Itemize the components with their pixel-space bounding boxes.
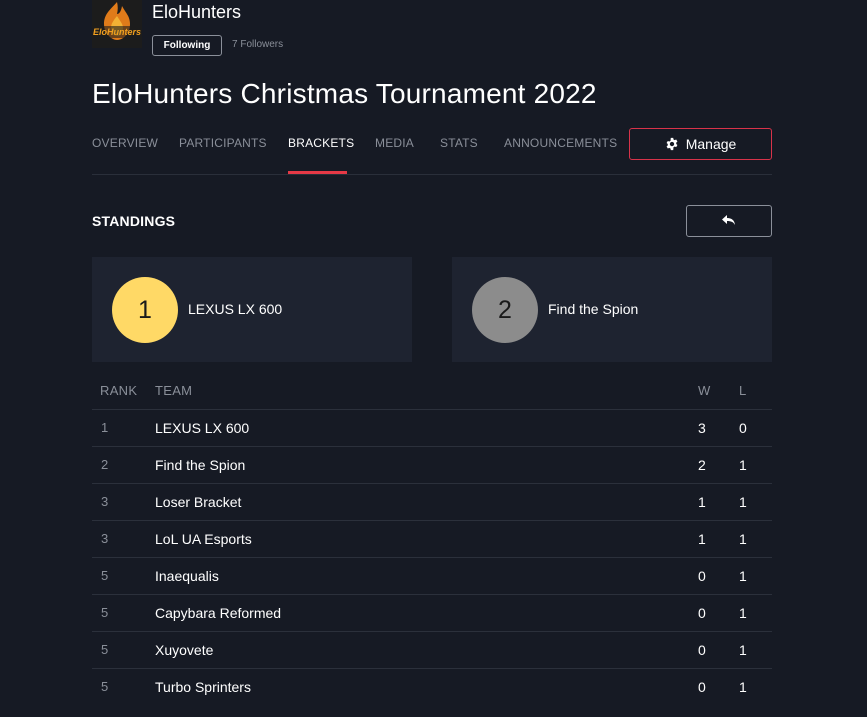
row-losses: 1 [739, 605, 747, 621]
second-place-medal: 2 [472, 277, 538, 343]
tabs-divider [92, 174, 772, 175]
row-rank: 5 [101, 679, 109, 694]
org-logo[interactable]: EloHunters [92, 0, 142, 48]
first-place-team[interactable]: LEXUS LX 600 [188, 301, 282, 317]
table-row: 3 Loser Bracket 1 1 [92, 484, 772, 521]
page-title: EloHunters Christmas Tournament 2022 [92, 78, 597, 109]
header-rank: RANK [100, 383, 138, 398]
row-rank: 5 [101, 642, 109, 657]
gear-icon [666, 137, 678, 151]
row-team[interactable]: Find the Spion [155, 457, 245, 473]
reply-arrow-icon [722, 215, 735, 225]
row-losses: 1 [739, 568, 747, 584]
org-name[interactable]: EloHunters [152, 2, 241, 22]
row-team[interactable]: Capybara Reformed [155, 605, 281, 621]
table-row: 5 Turbo Sprinters 0 1 [92, 669, 772, 705]
podium-card-second: 2 Find the Spion [452, 257, 772, 362]
row-rank: 5 [101, 568, 109, 583]
table-row: 5 Inaequalis 0 1 [92, 558, 772, 595]
logo-wordmark: EloHunters [93, 27, 141, 37]
row-losses: 1 [739, 531, 747, 547]
table-header: RANK TEAM W L [92, 372, 772, 410]
standings-title: STANDINGS [92, 213, 176, 229]
podium-card-first: 1 LEXUS LX 600 [92, 257, 412, 362]
followers-count: 7 Followers [232, 39, 284, 50]
row-losses: 1 [739, 679, 747, 695]
row-wins: 3 [698, 420, 706, 436]
row-team[interactable]: Xuyovete [155, 642, 213, 658]
row-losses: 0 [739, 420, 747, 436]
row-wins: 0 [698, 642, 706, 658]
row-losses: 1 [739, 642, 747, 658]
row-team[interactable]: Turbo Sprinters [155, 679, 251, 695]
row-wins: 1 [698, 531, 706, 547]
row-wins: 0 [698, 605, 706, 621]
second-place-team[interactable]: Find the Spion [548, 301, 638, 317]
row-rank: 2 [101, 457, 109, 472]
table-row: 5 Xuyovete 0 1 [92, 632, 772, 669]
row-rank: 1 [101, 420, 109, 435]
row-team[interactable]: Inaequalis [155, 568, 219, 584]
row-rank: 3 [101, 531, 109, 546]
header-l: L [739, 383, 747, 398]
tab-brackets[interactable]: BRACKETS [288, 136, 354, 150]
row-wins: 0 [698, 679, 706, 695]
back-button[interactable] [686, 205, 772, 237]
row-wins: 0 [698, 568, 706, 584]
table-row: 3 LoL UA Esports 1 1 [92, 521, 772, 558]
row-team[interactable]: LoL UA Esports [155, 531, 252, 547]
tab-media[interactable]: MEDIA [375, 136, 414, 150]
standings-table: RANK TEAM W L 1 LEXUS LX 600 3 0 2 Find … [92, 372, 772, 705]
row-team[interactable]: LEXUS LX 600 [155, 420, 249, 436]
row-wins: 1 [698, 494, 706, 510]
row-team[interactable]: Loser Bracket [155, 494, 241, 510]
row-losses: 1 [739, 457, 747, 473]
tab-stats[interactable]: STATS [440, 136, 478, 150]
table-row: 2 Find the Spion 2 1 [92, 447, 772, 484]
row-wins: 2 [698, 457, 706, 473]
tab-overview[interactable]: OVERVIEW [92, 136, 158, 150]
manage-label: Manage [685, 136, 737, 152]
first-place-medal: 1 [112, 277, 178, 343]
tab-participants[interactable]: PARTICIPANTS [179, 136, 267, 150]
row-losses: 1 [739, 494, 747, 510]
row-rank: 3 [101, 494, 109, 509]
header-w: W [698, 383, 711, 398]
row-rank: 5 [101, 605, 109, 620]
manage-button[interactable]: Manage [629, 128, 772, 160]
tab-announcements[interactable]: ANNOUNCEMENTS [504, 136, 617, 150]
table-row: 5 Capybara Reformed 0 1 [92, 595, 772, 632]
header-team: TEAM [155, 383, 193, 398]
table-row: 1 LEXUS LX 600 3 0 [92, 410, 772, 447]
following-button[interactable]: Following [152, 35, 222, 56]
